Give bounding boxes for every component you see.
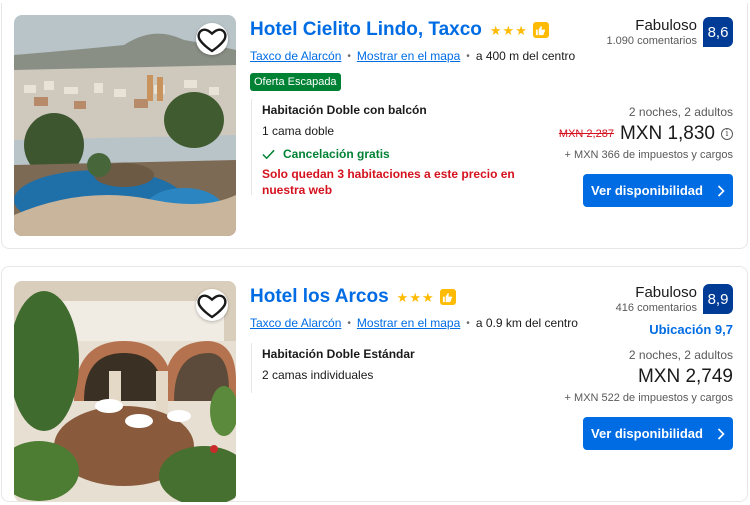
review-summary[interactable]: Fabuloso 416 comentarios 8,9 Ubicación 9… — [616, 284, 733, 337]
location-score: Ubicación 9,7 — [649, 322, 733, 337]
thumbs-up-icon — [532, 22, 549, 38]
star-icon: ★ — [502, 22, 515, 38]
free-cancellation-label: Cancelación gratis — [283, 147, 390, 161]
separator-dot: • — [466, 50, 470, 62]
bed-type: 1 cama doble — [262, 124, 335, 138]
show-on-map-link[interactable]: Mostrar en el mapa — [357, 316, 460, 330]
deal-badge: Oferta Escapada — [250, 73, 341, 91]
city-link[interactable]: Taxco de Alarcón — [250, 49, 341, 63]
star-rating: ★ ★ ★ — [490, 24, 527, 37]
heart-outline-icon — [197, 28, 227, 53]
original-price: MXN 2,287 — [558, 128, 614, 140]
location-row: Taxco de Alarcón • Mostrar en el mapa • … — [250, 316, 578, 330]
separator-dot: • — [466, 317, 470, 329]
see-availability-label: Ver disponibilidad — [591, 426, 703, 441]
price-block: 2 noches, 2 adultos MXN 2,287 MXN 1,830 … — [559, 105, 733, 161]
review-summary[interactable]: Fabuloso 1.090 comentarios 8,6 — [607, 17, 733, 47]
thumbs-up-icon — [439, 289, 456, 305]
stay-details: 2 noches, 2 adultos — [628, 348, 733, 362]
separator-dot: • — [347, 50, 351, 62]
separator-dot: • — [347, 317, 351, 329]
see-availability-button[interactable]: Ver disponibilidad — [583, 174, 733, 207]
property-info: Hotel los Arcos ★ ★ ★ Taxco de Alarcón •… — [250, 284, 578, 330]
star-icon: ★ — [421, 289, 434, 305]
property-title[interactable]: Hotel Cielito Lindo, Taxco — [250, 19, 482, 41]
star-icon: ★ — [515, 22, 527, 38]
scarcity-message: Solo quedan 3 habitaciones a este precio… — [262, 167, 515, 197]
price-block: 2 noches, 2 adultos MXN 2,749 + MXN 522 … — [565, 348, 733, 404]
distance-text: a 400 m del centro — [475, 49, 576, 63]
distance-text: a 0.9 km del centro — [475, 316, 578, 330]
title-row: Hotel los Arcos ★ ★ ★ — [250, 284, 578, 310]
info-icon[interactable]: i — [721, 128, 733, 140]
current-price: MXN 2,749 — [637, 366, 733, 387]
review-block: Fabuloso 416 comentarios 8,9 — [616, 284, 733, 314]
review-label: Fabuloso — [635, 17, 697, 34]
review-count: 416 comentarios — [615, 302, 697, 314]
review-score: 8,6 — [703, 17, 733, 47]
stay-details: 2 noches, 2 adultos — [628, 105, 733, 119]
check-icon — [262, 149, 275, 159]
room-name: Habitación Doble con balcón — [262, 103, 427, 117]
property-info: Hotel Cielito Lindo, Taxco ★ ★ ★ Taxco d… — [250, 17, 575, 91]
property-card[interactable]: Hotel Cielito Lindo, Taxco ★ ★ ★ Taxco d… — [1, 3, 748, 249]
star-icon: ★ — [409, 289, 421, 305]
star-icon: ★ — [489, 22, 502, 38]
taxes-and-fees: + MXN 366 de impuestos y cargos — [564, 149, 733, 161]
bed-type: 2 camas individuales — [262, 368, 374, 382]
price-row: MXN 2,287 MXN 1,830 i — [559, 123, 733, 145]
star-rating: ★ ★ ★ — [397, 291, 434, 304]
chevron-right-icon — [717, 184, 725, 197]
star-icon: ★ — [396, 289, 409, 305]
taxes-and-fees: + MXN 522 de impuestos y cargos — [564, 392, 733, 404]
chevron-right-icon — [717, 427, 725, 440]
favorite-button[interactable] — [196, 289, 228, 321]
property-title[interactable]: Hotel los Arcos — [250, 286, 389, 308]
property-card[interactable]: Hotel los Arcos ★ ★ ★ Taxco de Alarcón •… — [1, 266, 748, 502]
room-name: Habitación Doble Estándar — [262, 347, 415, 361]
review-score: 8,9 — [703, 284, 733, 314]
city-link[interactable]: Taxco de Alarcón — [250, 316, 341, 330]
room-details: Habitación Doble Estándar 2 camas indivi… — [251, 343, 541, 393]
free-cancellation: Cancelación gratis — [262, 147, 541, 161]
price-row: MXN 2,749 — [565, 366, 733, 388]
property-photo[interactable] — [14, 15, 236, 236]
heart-outline-icon — [197, 294, 227, 319]
review-block: Fabuloso 1.090 comentarios 8,6 — [607, 17, 733, 47]
current-price: MXN 1,830 — [619, 123, 715, 144]
review-text: Fabuloso 1.090 comentarios — [607, 17, 698, 47]
title-row: Hotel Cielito Lindo, Taxco ★ ★ ★ — [250, 17, 575, 43]
see-availability-button[interactable]: Ver disponibilidad — [583, 417, 733, 450]
favorite-button[interactable] — [196, 23, 228, 55]
location-row: Taxco de Alarcón • Mostrar en el mapa • … — [250, 49, 575, 63]
property-photo[interactable] — [14, 281, 236, 502]
review-text: Fabuloso 416 comentarios — [616, 284, 697, 314]
review-count: 1.090 comentarios — [606, 35, 698, 47]
show-on-map-link[interactable]: Mostrar en el mapa — [357, 49, 460, 63]
see-availability-label: Ver disponibilidad — [591, 183, 703, 198]
room-details: Habitación Doble con balcón 1 cama doble… — [251, 99, 541, 197]
review-label: Fabuloso — [635, 284, 697, 301]
